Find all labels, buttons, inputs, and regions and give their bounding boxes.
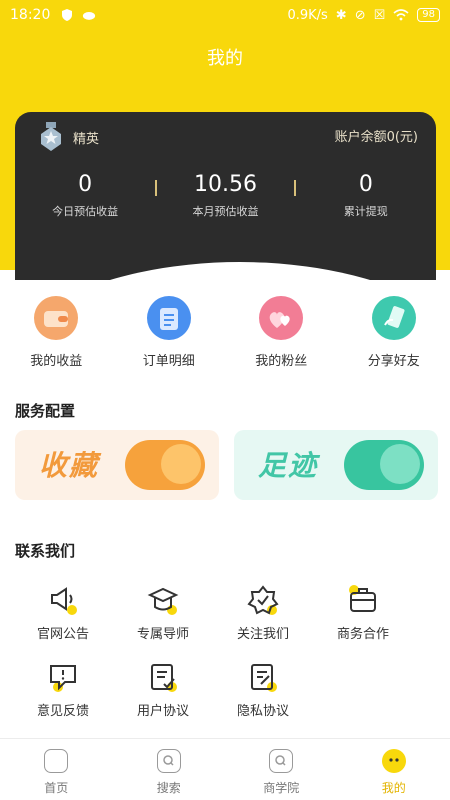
contact-section-title: 联系我们 [15,542,76,560]
account-balance[interactable]: 账户余额0(元) [335,126,418,145]
status-bar: 18:20 0.9K/s ✱ ⊘ ☒ 98 [0,0,450,30]
search-icon [156,749,181,773]
stat-label: 今日预估收益 [52,205,119,218]
quick-item-label: 订单明细 [142,354,195,369]
megaphone-icon [47,585,79,615]
contact-grid-row-2: 意见反馈 用户协议 隐私协议 [0,662,450,719]
order-list-icon [146,296,191,340]
bottom-tab-bar: 首页 搜索 商学院 我的 [0,738,450,800]
stat-value: 10.56 [194,172,257,197]
grid-item-label: 用户协议 [136,704,189,719]
member-level[interactable]: 精英 [37,122,99,152]
quick-item-label: 我的粉丝 [255,354,308,369]
stat-withdrawn[interactable]: 0 累计提现 [296,172,436,219]
bluetooth-icon: ✱ [335,7,347,23]
grid-item-label: 关注我们 [236,627,289,642]
feedback-icon [47,662,79,692]
briefcase-icon [347,585,379,615]
tab-label: 首页 [44,781,69,795]
quick-item-label: 我的收益 [30,354,83,369]
graduation-cap-icon [147,585,179,615]
stat-month[interactable]: 10.56 本月预估收益 [155,172,296,219]
grid-item-feedback[interactable]: 意见反馈 [13,662,113,719]
contact-grid-row-1: 官网公告 专属导师 关注我们 商务合作 [0,585,450,642]
stat-label: 累计提现 [343,205,388,218]
favorites-card[interactable]: 收藏 [15,430,219,500]
tab-label: 商学院 [263,781,300,795]
quick-item-orders[interactable]: 订单明细 [113,296,226,369]
home-icon [44,749,69,773]
grid-item-label: 隐私协议 [236,704,289,719]
account-card: 精英 账户余额0(元) 0 今日预估收益 10.56 本月预估收益 0 累计提现 [15,112,436,280]
stat-value: 0 [358,172,373,197]
planet-decoration [161,444,201,484]
status-time: 18:20 [10,7,51,23]
page-title: 我的 [207,48,243,69]
earnings-stats: 0 今日预估收益 10.56 本月预估收益 0 累计提现 [15,172,436,219]
grid-item-mentor[interactable]: 专属导师 [113,585,213,642]
card-curve-decoration [15,262,436,280]
share-phone-icon [371,296,416,340]
wifi-icon [393,9,409,21]
network-speed: 0.9K/s [287,7,328,23]
medal-icon [41,122,61,151]
cloud-icon [83,11,96,20]
agreement-icon [147,662,179,692]
academy-icon [269,749,294,773]
alarm-off-icon: ⊘ [354,7,366,23]
footprints-card-label: 足迹 [258,449,319,482]
tab-label: 搜索 [156,781,181,795]
quick-item-earnings[interactable]: 我的收益 [0,296,113,369]
quick-item-share[interactable]: 分享好友 [338,296,450,369]
hearts-icon [259,296,304,340]
grid-item-privacy[interactable]: 隐私协议 [213,662,313,719]
grid-item-follow[interactable]: 关注我们 [213,585,313,642]
grid-item-label: 官网公告 [36,627,89,642]
quick-entry-row: 我的收益 订单明细 我的粉丝 分享好友 [0,296,450,369]
stat-divider [155,180,158,196]
stat-label: 本月预估收益 [192,205,259,218]
verified-badge-icon [247,585,279,615]
tab-search[interactable]: 搜索 [113,739,226,800]
stat-value: 0 [78,172,93,197]
tab-label: 我的 [381,781,406,795]
wallet-icon [34,296,79,340]
stat-today[interactable]: 0 今日预估收益 [15,172,155,219]
quick-item-fans[interactable]: 我的粉丝 [225,296,338,369]
grid-item-label: 意见反馈 [36,704,89,719]
sim-icon: ☒ [373,7,386,23]
quick-item-label: 分享好友 [367,354,420,369]
footprints-card[interactable]: 足迹 [234,430,438,500]
grid-item-label: 专属导师 [136,627,189,642]
grid-item-label: 商务合作 [336,627,389,642]
profile-icon [381,749,406,773]
battery-indicator: 98 [417,8,440,22]
favorites-card-label: 收藏 [39,449,100,482]
service-section-title: 服务配置 [15,402,76,420]
grid-item-user-agreement[interactable]: 用户协议 [113,662,213,719]
privacy-icon [247,662,279,692]
grid-item-announcement[interactable]: 官网公告 [13,585,113,642]
member-level-label: 精英 [73,131,100,147]
tab-academy[interactable]: 商学院 [225,739,338,800]
grid-item-business[interactable]: 商务合作 [313,585,413,642]
tab-mine[interactable]: 我的 [338,739,450,800]
planet-decoration [380,444,420,484]
tab-home[interactable]: 首页 [0,739,113,800]
shield-icon [62,9,73,21]
